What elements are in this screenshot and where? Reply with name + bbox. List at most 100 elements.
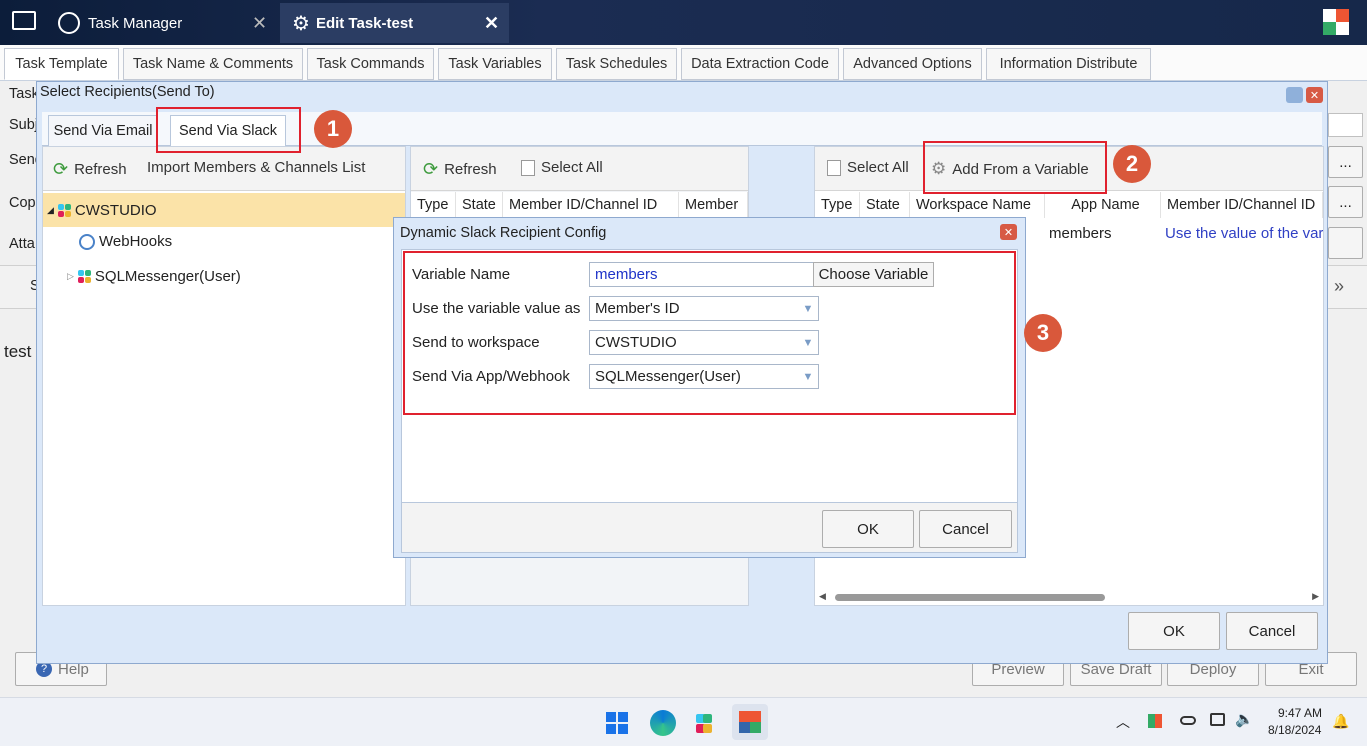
dialog-cancel-button[interactable]: Cancel bbox=[919, 510, 1012, 548]
task-manager-icon bbox=[58, 12, 80, 34]
import-members-button[interactable]: Import Members & Channels List bbox=[147, 159, 365, 176]
windows-start-icon[interactable] bbox=[606, 712, 628, 734]
workspace-label: Send to workspace bbox=[412, 334, 540, 351]
gear-icon: ⚙ bbox=[931, 159, 947, 178]
col-member[interactable]: Member bbox=[679, 192, 748, 218]
col-workspace-name[interactable]: Workspace Name bbox=[910, 192, 1045, 218]
tab-task-variables[interactable]: Task Variables bbox=[438, 48, 552, 80]
bg-browse-button[interactable]: ... bbox=[1328, 146, 1363, 178]
col-member-channel-id[interactable]: Member ID/Channel ID bbox=[1161, 192, 1323, 218]
app-webhook-select[interactable]: SQLMessenger(User) ▼ bbox=[589, 364, 819, 389]
tab-send-via-email[interactable]: Send Via Email bbox=[48, 115, 158, 147]
members-table-header: Type State Member ID/Channel ID Member bbox=[411, 192, 748, 218]
chevron-down-icon[interactable]: ▼ bbox=[798, 365, 818, 388]
slack-taskbar-icon[interactable] bbox=[696, 711, 712, 733]
tree-node-sqlmessenger[interactable]: ▷ SQLMessenger(User) bbox=[67, 268, 241, 285]
select-all-button[interactable]: Select All bbox=[827, 159, 909, 176]
tab-send-via-slack[interactable]: Send Via Slack bbox=[170, 115, 286, 147]
close-icon[interactable]: ✕ bbox=[252, 13, 267, 34]
use-value-as-select[interactable]: Member's ID ▼ bbox=[589, 296, 819, 321]
tree-node-cwstudio[interactable]: ◢ CWSTUDIO bbox=[43, 193, 405, 227]
collapse-icon[interactable]: ◢ bbox=[47, 205, 54, 216]
recipients-table-header: Type State Workspace Name App Name Membe… bbox=[815, 192, 1323, 218]
window-ok-button[interactable]: OK bbox=[1128, 612, 1220, 650]
col-state[interactable]: State bbox=[456, 192, 503, 218]
col-type[interactable]: Type bbox=[815, 192, 860, 218]
bg-field-subject[interactable] bbox=[1328, 113, 1363, 137]
row-member-id: Use the value of the variable bbox=[1165, 225, 1323, 242]
tab-task-manager[interactable]: Task Manager ✕ bbox=[58, 3, 288, 43]
windows-taskbar: ︿ 🔈 9:47 AM 8/18/2024 🔔 bbox=[0, 697, 1367, 746]
bg-label-atta: Atta bbox=[9, 236, 35, 252]
tab-task-name[interactable]: Task Name & Comments bbox=[123, 48, 303, 80]
chevron-right-icon[interactable]: » bbox=[1334, 276, 1344, 297]
refresh-button[interactable]: ⟳ Refresh bbox=[423, 159, 497, 180]
use-value-as-label: Use the variable value as bbox=[412, 300, 581, 317]
tab-task-schedules[interactable]: Task Schedules bbox=[556, 48, 677, 80]
tray-app-icon[interactable] bbox=[1148, 714, 1162, 728]
expand-icon[interactable]: ▷ bbox=[67, 271, 74, 282]
refresh-icon: ⟳ bbox=[423, 159, 439, 179]
tab-task-manager-label: Task Manager bbox=[88, 14, 183, 32]
select-all-label: Select All bbox=[847, 159, 909, 176]
scroll-thumb[interactable] bbox=[835, 594, 1105, 601]
col-state[interactable]: State bbox=[860, 192, 910, 218]
dialog-title: Dynamic Slack Recipient Config bbox=[400, 225, 607, 241]
edge-icon[interactable] bbox=[650, 710, 676, 736]
notification-bell-icon[interactable]: 🔔 bbox=[1332, 713, 1349, 730]
close-icon[interactable]: ✕ bbox=[1306, 87, 1323, 103]
tab-task-template[interactable]: Task Template bbox=[4, 48, 119, 80]
select-all-button[interactable]: Select All bbox=[521, 159, 603, 176]
window-cancel-button[interactable]: Cancel bbox=[1226, 612, 1318, 650]
workspace-tree-panel: ⟳ Refresh Import Members & Channels List… bbox=[42, 146, 406, 606]
app-webhook-label: Send Via App/Webhook bbox=[412, 368, 570, 385]
workspace-select[interactable]: CWSTUDIO ▼ bbox=[589, 330, 819, 355]
clock-time[interactable]: 9:47 AM bbox=[1278, 706, 1322, 720]
col-app-name[interactable]: App Name bbox=[1045, 192, 1161, 218]
close-icon[interactable]: ✕ bbox=[484, 13, 499, 34]
bg-browse-button-3[interactable] bbox=[1328, 227, 1363, 259]
variable-name-input[interactable]: members bbox=[589, 262, 814, 287]
monitor-icon[interactable] bbox=[12, 11, 36, 30]
horizontal-scrollbar[interactable]: ◀ ▶ bbox=[815, 589, 1323, 605]
scroll-right-icon[interactable]: ▶ bbox=[1312, 591, 1319, 602]
refresh-label: Refresh bbox=[444, 161, 497, 178]
chevron-down-icon[interactable]: ▼ bbox=[798, 331, 818, 354]
step-badge-1: 1 bbox=[314, 110, 352, 148]
close-icon[interactable]: ✕ bbox=[1000, 224, 1017, 240]
bg-label-task: Task bbox=[9, 86, 39, 102]
app-titlebar: Task Manager ✕ ⚙ Edit Task-test ✕ bbox=[0, 0, 1367, 45]
choose-variable-button[interactable]: Choose Variable bbox=[813, 262, 934, 287]
tab-task-commands[interactable]: Task Commands bbox=[307, 48, 434, 80]
slack-icon bbox=[77, 270, 91, 283]
tab-information-distribute[interactable]: Information Distribute bbox=[986, 48, 1151, 80]
app-taskbar-icon[interactable] bbox=[732, 704, 768, 740]
tree-node-label: CWSTUDIO bbox=[74, 201, 157, 219]
tree-node-label: WebHooks bbox=[99, 233, 173, 250]
refresh-button[interactable]: ⟳ Refresh bbox=[53, 159, 127, 180]
col-member-id[interactable]: Member ID/Channel ID bbox=[503, 192, 679, 218]
clock-date[interactable]: 8/18/2024 bbox=[1268, 723, 1321, 737]
send-via-tabs: Send Via Email Send Via Slack bbox=[42, 112, 1322, 147]
chevron-down-icon[interactable]: ▼ bbox=[798, 297, 818, 320]
refresh-icon: ⟳ bbox=[53, 159, 69, 179]
app-webhook-value: SQLMessenger(User) bbox=[595, 368, 741, 385]
dialog-ok-button[interactable]: OK bbox=[822, 510, 914, 548]
col-type[interactable]: Type bbox=[411, 192, 456, 218]
tab-advanced-options[interactable]: Advanced Options bbox=[843, 48, 982, 80]
tab-edit-task-label: Edit Task-test bbox=[315, 14, 414, 32]
add-from-variable-button[interactable]: ⚙ Add From a Variable bbox=[931, 159, 1089, 179]
restore-icon[interactable] bbox=[1286, 87, 1303, 103]
bg-label-cop: Cop bbox=[9, 195, 36, 211]
tab-edit-task[interactable]: ⚙ Edit Task-test ✕ bbox=[280, 3, 509, 43]
volume-icon[interactable]: 🔈 bbox=[1235, 710, 1254, 728]
chevron-up-icon[interactable]: ︿ bbox=[1116, 712, 1130, 732]
cloud-icon[interactable] bbox=[1180, 716, 1196, 725]
tree-node-webhooks[interactable]: WebHooks bbox=[79, 233, 172, 250]
tab-data-extraction[interactable]: Data Extraction Code bbox=[681, 48, 839, 80]
scroll-left-icon[interactable]: ◀ bbox=[819, 591, 826, 602]
bg-label-subj: Subj bbox=[9, 117, 39, 133]
bg-browse-button-2[interactable]: ... bbox=[1328, 186, 1363, 218]
network-icon[interactable] bbox=[1210, 713, 1225, 726]
step-badge-2: 2 bbox=[1113, 145, 1151, 183]
